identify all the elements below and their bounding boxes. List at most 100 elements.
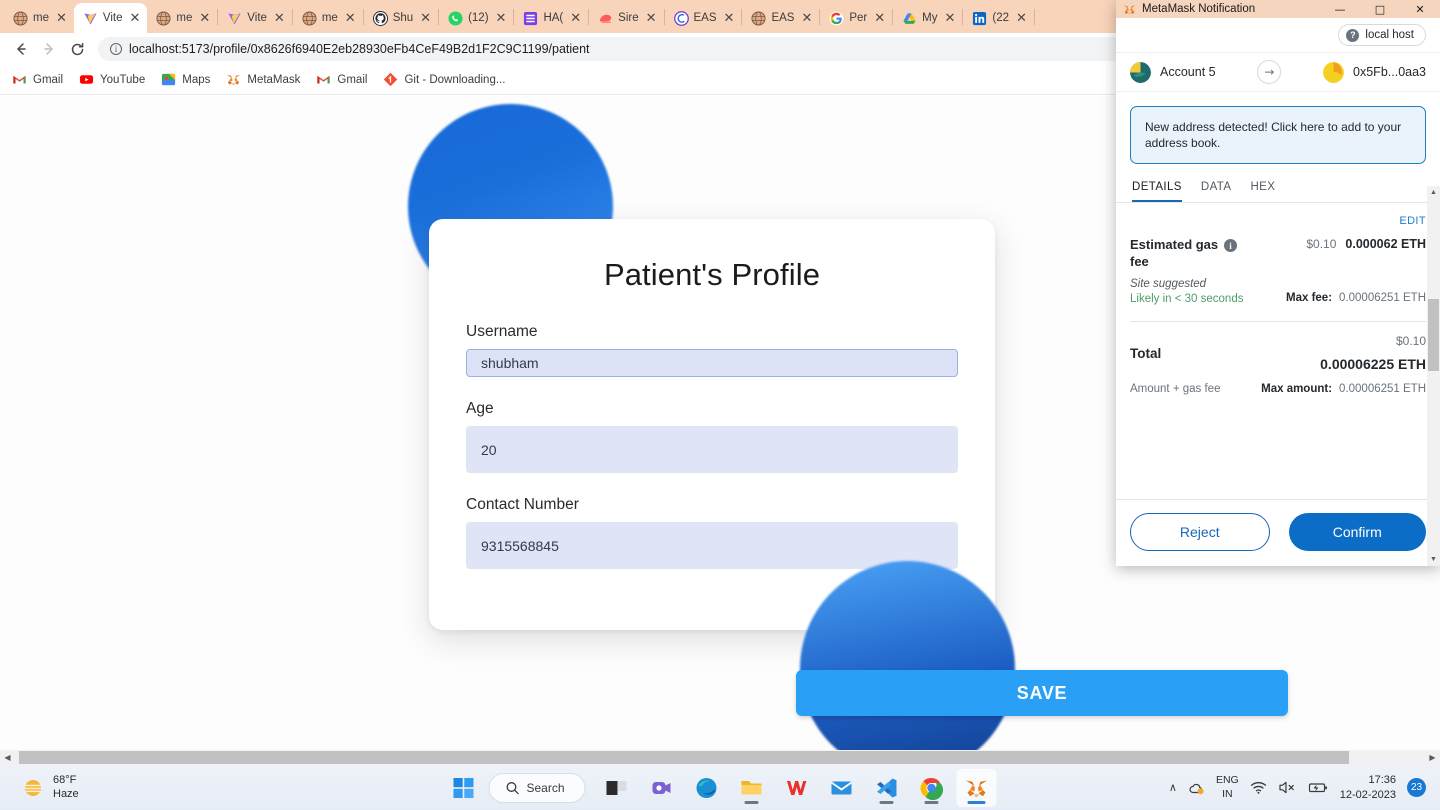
contact-number-input[interactable]: 9315568845 xyxy=(466,522,958,569)
chrome-button[interactable] xyxy=(912,769,952,807)
bookmark-metamask[interactable]: MetaMask xyxy=(226,72,300,87)
age-input[interactable]: 20 xyxy=(466,426,958,473)
vite-icon xyxy=(228,12,241,25)
browser-tab[interactable]: (22 ✕ xyxy=(963,3,1034,33)
teams-button[interactable] xyxy=(642,769,682,807)
browser-tab[interactable]: Sire ✕ xyxy=(589,3,663,33)
start-button[interactable] xyxy=(443,769,483,807)
browser-tab[interactable]: Per ✕ xyxy=(820,3,892,33)
close-icon[interactable]: ✕ xyxy=(568,12,581,25)
notion-icon xyxy=(524,11,538,25)
task-view-button[interactable] xyxy=(597,769,637,807)
to-account[interactable]: 0x5Fb...0aa3 xyxy=(1323,61,1426,83)
windows-taskbar: 68°F Haze Search ∧ ENG IN 17:36 12-02-20… xyxy=(0,765,1440,810)
browser-tab[interactable]: Shu ✕ xyxy=(364,3,438,33)
wifi-icon[interactable] xyxy=(1250,779,1267,796)
confirm-button[interactable]: Confirm xyxy=(1288,513,1426,551)
scroll-right-icon[interactable]: ▶ xyxy=(1425,753,1440,762)
browser-tab[interactable]: My ✕ xyxy=(893,3,962,33)
maximize-button[interactable]: □ xyxy=(1360,0,1400,18)
haze-sun-icon xyxy=(24,779,42,796)
back-button[interactable] xyxy=(8,36,34,62)
field-label: Username xyxy=(466,323,538,340)
forward-button[interactable] xyxy=(36,36,62,62)
browser-tab[interactable]: HA( ✕ xyxy=(514,3,588,33)
vscode-button[interactable] xyxy=(867,769,907,807)
onedrive-sync-icon[interactable] xyxy=(1188,779,1205,796)
close-icon[interactable]: ✕ xyxy=(272,12,285,25)
tab-title: me xyxy=(176,12,193,24)
browser-tab[interactable]: me ✕ xyxy=(147,3,217,33)
whatsapp-icon xyxy=(448,10,463,26)
close-icon[interactable]: ✕ xyxy=(343,12,356,25)
bookmark-git[interactable]: Git - Downloading... xyxy=(383,72,505,87)
battery-charging-icon[interactable] xyxy=(1308,779,1329,796)
new-address-banner[interactable]: New address detected! Click here to add … xyxy=(1130,106,1426,165)
running-indicator xyxy=(744,800,759,804)
username-input[interactable]: shubham xyxy=(466,349,958,377)
network-row: ? local host xyxy=(1116,18,1440,52)
browser-tab[interactable]: me ✕ xyxy=(4,3,74,33)
tab-details[interactable]: DETAILS xyxy=(1132,181,1182,203)
maps-icon xyxy=(162,73,176,86)
metamask-button[interactable] xyxy=(956,768,997,807)
close-icon[interactable]: ✕ xyxy=(872,12,885,25)
bookmark-gmail[interactable]: Gmail xyxy=(12,72,63,87)
scrollbar-track[interactable] xyxy=(1427,199,1440,553)
chevron-up-icon[interactable]: ∧ xyxy=(1169,781,1177,794)
browser-tab[interactable]: (12) ✕ xyxy=(439,3,513,33)
volume-muted-icon[interactable] xyxy=(1278,779,1297,796)
language-indicator[interactable]: ENG IN xyxy=(1216,774,1239,800)
tab-hex[interactable]: HEX xyxy=(1250,181,1275,202)
mail-button[interactable] xyxy=(822,769,862,807)
close-icon[interactable]: ✕ xyxy=(1014,12,1027,25)
bookmark-maps[interactable]: Maps xyxy=(161,72,210,87)
close-icon[interactable]: ✕ xyxy=(54,12,67,25)
close-icon[interactable]: ✕ xyxy=(197,12,210,25)
close-icon[interactable]: ✕ xyxy=(943,12,956,25)
close-icon[interactable]: ✕ xyxy=(128,12,141,25)
save-button[interactable]: SAVE xyxy=(796,670,1288,716)
reject-button[interactable]: Reject xyxy=(1130,513,1270,551)
close-icon[interactable]: ✕ xyxy=(722,12,735,25)
field-label: Age xyxy=(466,400,494,417)
browser-tab[interactable]: Vite ✕ xyxy=(218,3,292,33)
edit-gas-button[interactable]: EDIT xyxy=(1130,215,1426,227)
network-selector[interactable]: ? local host xyxy=(1338,24,1426,46)
browser-tab-active[interactable]: Vite ✕ xyxy=(73,3,148,33)
browser-tab[interactable]: EAS ✕ xyxy=(742,3,819,33)
scrollbar-thumb[interactable] xyxy=(19,751,1349,764)
browser-tab[interactable]: me ✕ xyxy=(293,3,363,33)
scroll-up-icon[interactable]: ▲ xyxy=(1430,186,1437,199)
minimize-button[interactable]: — xyxy=(1320,0,1360,18)
edge-button[interactable] xyxy=(687,769,727,807)
scroll-left-icon[interactable]: ◀ xyxy=(0,753,15,762)
start-icon xyxy=(453,777,474,798)
reload-button[interactable] xyxy=(64,36,90,62)
site-info-icon[interactable]: i xyxy=(110,43,122,55)
bookmark-youtube[interactable]: YouTube xyxy=(79,72,145,87)
scroll-down-icon[interactable]: ▼ xyxy=(1430,553,1437,566)
close-button[interactable]: ✕ xyxy=(1400,0,1440,18)
task-view-icon xyxy=(606,780,627,795)
taskbar-search[interactable]: Search xyxy=(488,772,586,803)
page-horizontal-scrollbar[interactable]: ◀ ▶ xyxy=(0,750,1440,765)
bookmark-gmail-2[interactable]: Gmail xyxy=(316,72,367,87)
close-icon[interactable]: ✕ xyxy=(418,12,431,25)
browser-tab[interactable]: EAS ✕ xyxy=(665,3,742,33)
close-icon[interactable]: ✕ xyxy=(644,12,657,25)
close-icon[interactable]: ✕ xyxy=(494,12,507,25)
wps-office-button[interactable] xyxy=(777,769,817,807)
scrollbar-thumb[interactable] xyxy=(1428,299,1439,371)
close-icon[interactable]: ✕ xyxy=(799,12,812,25)
info-icon[interactable]: i xyxy=(1224,239,1237,253)
tab-data[interactable]: DATA xyxy=(1201,181,1232,202)
clock[interactable]: 17:36 12-02-2023 xyxy=(1340,773,1396,803)
file-explorer-button[interactable] xyxy=(732,769,772,807)
tab-title: Vite xyxy=(247,12,267,24)
metamask-scrollbar[interactable]: ▲ ▼ xyxy=(1427,186,1440,566)
notification-badge[interactable]: 23 xyxy=(1407,778,1426,797)
weather-widget[interactable]: 68°F Haze xyxy=(0,774,79,802)
from-account[interactable]: Account 5 xyxy=(1130,61,1216,83)
scrollbar-track[interactable] xyxy=(15,750,1425,765)
